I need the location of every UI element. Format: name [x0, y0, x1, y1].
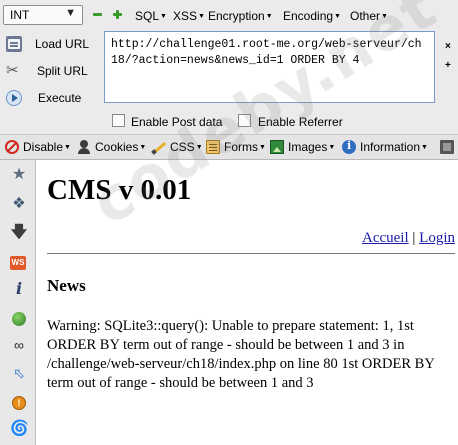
swirl-icon[interactable]: 🌀: [10, 420, 29, 438]
nav-login-link[interactable]: Login: [419, 230, 455, 246]
orange-badge-icon[interactable]: !: [12, 396, 26, 410]
menu-other-label: Other: [350, 9, 381, 23]
plus-icon[interactable]: [112, 8, 124, 20]
menu-encoding[interactable]: Encoding▼: [283, 9, 341, 23]
menu-encryption[interactable]: Encryption▼: [208, 9, 273, 23]
load-url-icon: [6, 36, 22, 52]
cookies-icon: [77, 140, 91, 154]
css-label: CSS▼: [170, 140, 203, 154]
forms-icon: [206, 140, 220, 154]
close-side-button[interactable]: ×: [445, 41, 451, 52]
web-developer-toolbar: Disable▼ Cookies▼ CSS▼ Forms▼ Images▼ In…: [0, 134, 458, 160]
referrer-label: Enable Referrer: [258, 115, 343, 129]
information-icon: [342, 139, 356, 154]
menu-xss[interactable]: XSS▼: [173, 9, 205, 23]
menu-xss-label: XSS: [173, 9, 198, 23]
download-arrow-icon[interactable]: 🡇: [10, 224, 28, 242]
css-pencil-icon: [152, 140, 166, 154]
post-data-checkbox[interactable]: [112, 114, 125, 127]
load-url-label: Load URL: [35, 37, 90, 51]
link-icon[interactable]: ∞: [10, 336, 28, 354]
ws-icon[interactable]: WS: [10, 256, 26, 270]
url-textarea[interactable]: http://challenge01.root-me.org/web-serve…: [104, 31, 435, 103]
disable-label: Disable▼: [23, 140, 71, 154]
information-label: Information▼: [360, 140, 428, 154]
execute-label: Execute: [38, 91, 82, 105]
info-i-icon[interactable]: i: [10, 280, 28, 298]
menu-encryption-label: Encryption: [208, 9, 265, 23]
page-title: CMS v 0.01: [47, 174, 192, 206]
images-icon: [270, 140, 284, 154]
page-content: CMS v 0.01 Accueil | Login News Warning:…: [37, 160, 458, 445]
execute-play-icon: [6, 90, 22, 106]
menu-encoding-label: Encoding: [283, 9, 334, 23]
top-nav: Accueil | Login: [362, 230, 455, 247]
hackbar-toolbar: INT ▼ SQL▼ XSS▼ Encryption▼ Encoding▼ Ot…: [0, 0, 458, 134]
miscellaneous-icon: [440, 140, 454, 154]
minus-icon[interactable]: [92, 8, 104, 20]
section-title: News: [47, 276, 86, 295]
disable-icon: [5, 140, 19, 154]
bookmark-star-icon[interactable]: ★: [10, 166, 28, 184]
images-label: Images▼: [288, 140, 336, 154]
divider: [47, 253, 455, 254]
scissors-icon: [6, 61, 22, 79]
chevron-down-icon: ▼: [65, 7, 76, 19]
green-globe-icon[interactable]: [12, 312, 26, 326]
menu-sql-label: SQL: [135, 9, 160, 23]
sql-warning-message: Warning: SQLite3::query(): Unable to pre…: [47, 318, 435, 391]
split-url-label: Split URL: [37, 64, 88, 78]
addon-sidebar: ★ ❖ 🡇 WS i ∞ ⬁ ! 🌀: [0, 160, 36, 445]
nav-separator: |: [412, 230, 416, 246]
menu-sql[interactable]: SQL▼: [135, 9, 167, 23]
type-select[interactable]: INT ▼: [3, 5, 83, 25]
post-data-label: Enable Post data: [131, 115, 223, 129]
forms-label: Forms▼: [224, 140, 266, 154]
add-side-button[interactable]: +: [445, 60, 451, 71]
selector-icon[interactable]: ⬁: [10, 364, 28, 382]
cookies-label: Cookies▼: [95, 140, 147, 154]
menu-other[interactable]: Other▼: [350, 9, 388, 23]
addons-puzzle-icon[interactable]: ❖: [10, 195, 28, 213]
nav-home-link[interactable]: Accueil: [362, 230, 409, 246]
type-select-value: INT: [10, 8, 30, 22]
referrer-checkbox[interactable]: [238, 114, 251, 127]
